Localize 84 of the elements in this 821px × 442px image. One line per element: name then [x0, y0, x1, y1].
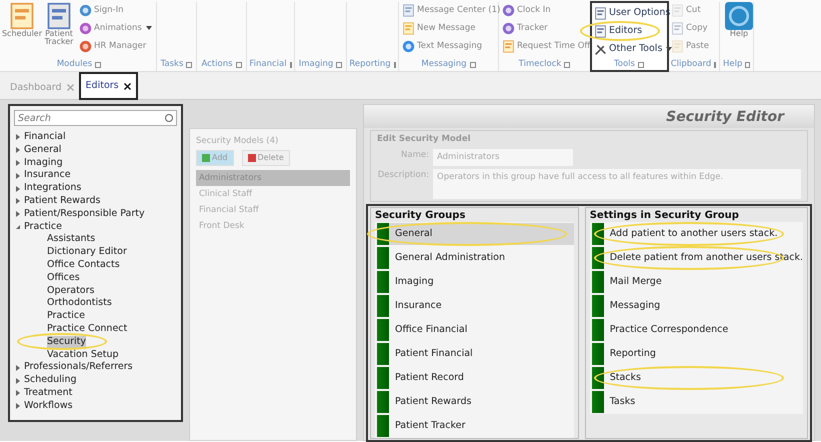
tree-item[interactable]: Financial [24, 131, 66, 144]
expand-icon[interactable] [470, 62, 476, 68]
group-label: Help [723, 58, 742, 71]
expand-icon[interactable] [95, 62, 102, 68]
tree-item[interactable]: Professionals/Referrers [24, 361, 133, 374]
tree-item[interactable]: Vacation Setup [47, 348, 118, 362]
expander-icon[interactable] [16, 390, 20, 396]
ribbon-button[interactable]: Help [723, 2, 755, 58]
expander-icon[interactable] [16, 147, 20, 154]
group-label: Actions [201, 58, 233, 71]
group-label: Imaging [298, 58, 334, 71]
ribbon-button[interactable]: Editors [594, 23, 642, 39]
tree-item[interactable]: Insurance [24, 169, 71, 182]
disc-icon [79, 22, 92, 34]
tree-item[interactable]: Security [47, 336, 86, 349]
tree-item[interactable]: Scheduling [24, 374, 77, 387]
delete-icon [248, 154, 256, 162]
expand-icon[interactable] [394, 62, 396, 68]
group-label: Timeclock [518, 58, 562, 71]
tree-item[interactable]: General [24, 144, 62, 157]
field-label: Description: [377, 168, 429, 182]
security-group-row[interactable]: General [389, 222, 574, 244]
expand-icon[interactable] [638, 62, 644, 68]
tree-item[interactable]: Treatment [24, 386, 72, 400]
tree-item[interactable]: Dictionary Editor [47, 246, 127, 259]
document-icon [594, 24, 607, 38]
tree-item[interactable]: Workflows [24, 400, 73, 413]
expand-icon[interactable] [714, 62, 716, 68]
ribbon-button[interactable]: Patient Tracker [42, 2, 76, 58]
expand-icon[interactable] [564, 62, 570, 68]
expander-icon[interactable] [16, 211, 20, 218]
expander-icon[interactable] [16, 224, 20, 229]
expander-icon[interactable] [16, 364, 20, 371]
tree-item[interactable]: Office Contacts [47, 258, 120, 272]
tree-item[interactable]: Orthodontists [47, 297, 112, 310]
ribbon-button[interactable]: Text Messaging [402, 38, 482, 54]
document-icon [594, 6, 607, 20]
help-icon [725, 2, 753, 30]
expander-icon[interactable] [16, 403, 20, 410]
expand-icon[interactable] [236, 62, 242, 68]
close-icon[interactable] [124, 82, 131, 90]
ribbon-button[interactable]: Clock In [502, 2, 551, 18]
search-icon [165, 114, 173, 122]
tree-item[interactable]: Practice [47, 310, 85, 323]
tree-item[interactable]: Operators [47, 284, 94, 298]
expander-icon[interactable] [16, 160, 20, 166]
caret-icon [146, 26, 152, 30]
document-icon [671, 22, 684, 34]
expand-icon[interactable] [336, 62, 342, 68]
expand-icon[interactable] [186, 62, 192, 68]
section-title: Security Groups [375, 208, 466, 222]
search-field[interactable]: Search [14, 110, 177, 126]
expander-icon[interactable] [16, 134, 20, 140]
expander-icon[interactable] [16, 186, 20, 192]
section-title: Settings in Security Group [590, 208, 740, 222]
expand-icon[interactable] [745, 62, 750, 68]
ribbon-button[interactable]: Other Tools [594, 41, 672, 57]
expander-icon[interactable] [16, 172, 20, 179]
field-label: Name: [400, 148, 429, 162]
panel-title: Security Models (4) [196, 135, 280, 148]
caret-icon [666, 47, 672, 51]
tree-item[interactable]: Integrations [24, 182, 82, 195]
group-label: Clipboard [670, 58, 712, 71]
ribbon-button[interactable]: Tracker [502, 20, 548, 36]
tree-item[interactable]: Offices [47, 272, 80, 285]
tree-item[interactable]: Practice [24, 220, 62, 234]
tree-item[interactable]: Practice Connect [47, 322, 128, 336]
group-label: Financial [249, 58, 287, 71]
group-label: Messaging [421, 58, 467, 71]
group-label: Reporting [349, 58, 391, 71]
group-label: Modules [56, 58, 92, 71]
panel-title: Security Editor [364, 105, 814, 128]
tree-item[interactable]: Patient/Responsible Party [24, 208, 145, 221]
tree-item[interactable]: Assistants [47, 233, 96, 246]
plus-icon [202, 154, 210, 162]
tree-item[interactable]: Patient Rewards [24, 194, 100, 208]
group-label: Tools [614, 58, 635, 71]
tree-item[interactable]: Imaging [24, 156, 63, 170]
group-title: Edit Security Model [377, 133, 472, 146]
expander-icon[interactable] [16, 378, 20, 384]
expand-icon[interactable] [290, 62, 292, 68]
expander-icon[interactable] [16, 198, 20, 204]
tab[interactable]: Editors [80, 73, 137, 99]
group-label: Tasks [160, 58, 184, 71]
